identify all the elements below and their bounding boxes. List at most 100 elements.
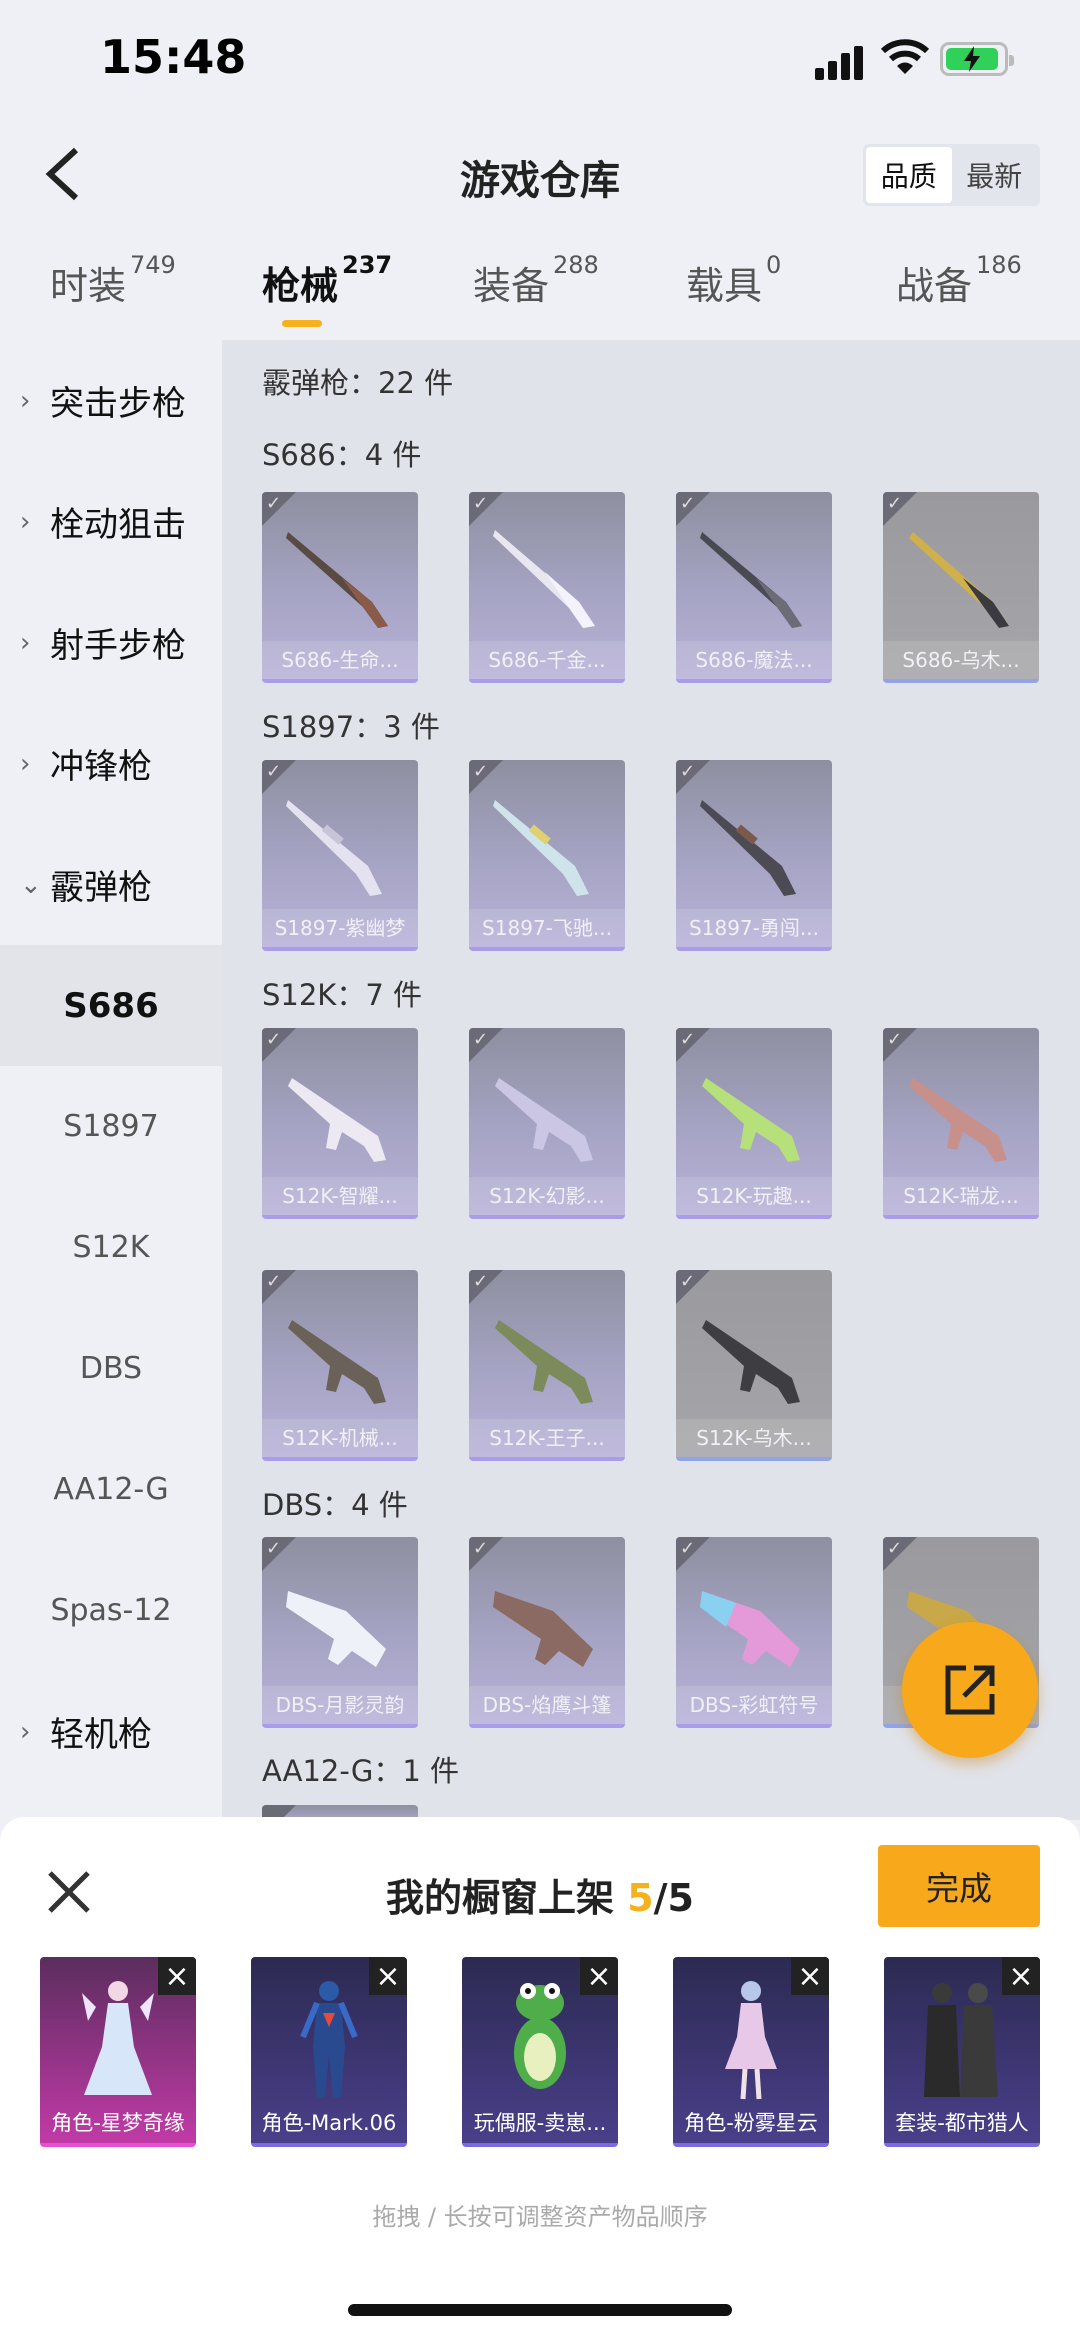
slot-name: 角色-星梦奇缘: [51, 2111, 185, 2135]
item-card[interactable]: ✓ S686-魔法...: [676, 492, 832, 683]
check-icon: ✓: [266, 761, 282, 782]
chevron-right-icon: ›: [20, 627, 31, 658]
sort-quality-button[interactable]: 品质: [866, 147, 952, 203]
share-button[interactable]: [902, 1622, 1038, 1758]
item-name: S1897-飞驰...: [469, 909, 625, 947]
rifle-icon: [288, 1078, 386, 1162]
sidebar-item-s1897[interactable]: S1897: [0, 1066, 222, 1187]
item-name: S12K-幻影...: [469, 1177, 625, 1215]
item-name: S686-生命...: [262, 641, 418, 679]
character-figure: [300, 1981, 358, 2097]
remove-icon[interactable]: ×: [1002, 1957, 1040, 1995]
check-icon: ✓: [887, 493, 903, 514]
sidebar-item-s12k[interactable]: S12K: [0, 1187, 222, 1308]
check-icon: ✓: [473, 761, 489, 782]
item-name: S686-千金...: [469, 641, 625, 679]
sidebar-item-label: 轻机枪: [50, 1715, 152, 1755]
check-icon: ✓: [266, 1538, 282, 1559]
showcase-slot[interactable]: × 角色-粉雾星云: [673, 1957, 829, 2147]
home-indicator[interactable]: [348, 2304, 732, 2316]
outfit-set-figure: [924, 1983, 998, 2097]
sidebar-item-lmg[interactable]: › 轻机枪: [0, 1671, 222, 1792]
status-bar: 15:48: [0, 0, 1080, 120]
item-name: S12K-玩趣...: [676, 1177, 832, 1215]
tab-fashion[interactable]: 时装 749: [50, 251, 176, 310]
check-icon: ✓: [266, 493, 282, 514]
bullpup-shotgun-icon: [493, 1591, 593, 1667]
item-card[interactable]: ✓ S1897-勇闯...: [676, 760, 832, 951]
item-card[interactable]: ✓ DBS-月影灵韵: [262, 1537, 418, 1728]
tab-vehicles[interactable]: 载具 0: [686, 251, 781, 310]
sort-toggle: 品质 最新: [863, 144, 1040, 206]
item-card[interactable]: ✓ S12K-智耀...: [262, 1028, 418, 1219]
remove-icon[interactable]: ×: [158, 1957, 196, 1995]
item-card[interactable]: ✓ DBS-彩虹符号: [676, 1537, 832, 1728]
item-card[interactable]: ✓ S12K-王子...: [469, 1270, 625, 1461]
check-icon: ✓: [680, 1029, 696, 1050]
chevron-right-icon: ›: [20, 385, 31, 416]
item-card[interactable]: ✓ S12K-玩趣...: [676, 1028, 832, 1219]
frog-costume-figure: [514, 1983, 566, 2089]
check-icon: ✓: [887, 1538, 903, 1559]
showcase-slot[interactable]: × 角色-Mark.06: [251, 1957, 407, 2147]
tab-label: 载具: [686, 264, 763, 308]
sidebar-item-smg[interactable]: › 冲锋枪: [0, 703, 222, 824]
showcase-slot[interactable]: × 套装-都市猎人: [884, 1957, 1040, 2147]
sheet-count: 5: [627, 1876, 654, 1920]
sidebar-item-spas12[interactable]: Spas-12: [0, 1550, 222, 1671]
item-card[interactable]: ✓ S686-生命...: [262, 492, 418, 683]
chevron-right-icon: ›: [20, 506, 31, 537]
item-card[interactable]: ✓ S12K-机械...: [262, 1270, 418, 1461]
check-icon: ✓: [887, 1029, 903, 1050]
sidebar-item-dbs[interactable]: DBS: [0, 1308, 222, 1429]
shotgun-icon: [700, 800, 796, 896]
item-name: S686-乌木...: [883, 641, 1039, 679]
sidebar-item-marksman[interactable]: › 射手步枪: [0, 582, 222, 703]
sort-newest-button[interactable]: 最新: [952, 147, 1038, 203]
sidebar-item-label: 突击步枪: [50, 384, 186, 424]
remove-icon[interactable]: ×: [580, 1957, 618, 1995]
tab-count: 288: [553, 251, 599, 279]
showcase-slot[interactable]: × 玩偶服-卖崽...: [462, 1957, 618, 2147]
item-name: DBS-焰鹰斗篷: [469, 1686, 625, 1724]
item-card[interactable]: ✓ S1897-飞驰...: [469, 760, 625, 951]
item-card[interactable]: ✓ S1897-紫幽梦: [262, 760, 418, 951]
item-card[interactable]: ✓ S12K-瑞龙...: [883, 1028, 1039, 1219]
tab-count: 0: [766, 251, 782, 279]
item-name: S12K-乌木...: [676, 1419, 832, 1457]
sidebar-item-s686[interactable]: S686: [0, 945, 222, 1066]
active-tab-indicator: [282, 320, 322, 327]
group-label: DBS：4 件: [262, 1488, 408, 1522]
group-label: AA12-G：1 件: [262, 1754, 460, 1788]
sidebar-item-label: 冲锋枪: [50, 747, 152, 787]
item-card[interactable]: ✓ DBS-焰鹰斗篷: [469, 1537, 625, 1728]
tab-supplies[interactable]: 战备 186: [896, 251, 1022, 310]
done-button[interactable]: 完成: [878, 1845, 1040, 1927]
tab-count: 749: [130, 251, 176, 279]
sidebar-item-aa12g[interactable]: AA12-G: [0, 1429, 222, 1550]
rifle-icon: [495, 1320, 593, 1404]
remove-icon[interactable]: ×: [369, 1957, 407, 1995]
tab-guns[interactable]: 枪械 237: [262, 251, 392, 310]
sidebar-item-label: 霰弹枪: [50, 868, 152, 908]
reorder-hint: 拖拽 / 长按可调整资产物品顺序: [372, 2203, 708, 2231]
tab-count: 186: [976, 251, 1022, 279]
tab-equipment[interactable]: 装备 288: [473, 251, 599, 310]
sidebar-item-bolt-sniper[interactable]: › 栓动狙击: [0, 461, 222, 582]
character-figure: [725, 1981, 777, 2100]
check-icon: ✓: [266, 1029, 282, 1050]
remove-icon[interactable]: ×: [791, 1957, 829, 1995]
rifle-icon: [495, 1078, 593, 1162]
sidebar-item-shotgun[interactable]: ⌄ 霰弹枪: [0, 824, 222, 945]
showcase-slot[interactable]: × 角色-星梦奇缘: [40, 1957, 196, 2147]
item-card[interactable]: ✓ S12K-乌木...: [676, 1270, 832, 1461]
item-card[interactable]: ✓ S686-乌木...: [883, 492, 1039, 683]
item-grid: 霰弹枪：22 件 S686：4 件 ✓ S686-生命... ✓ S686-千金..…: [222, 340, 1080, 1820]
item-card[interactable]: ✓ S12K-幻影...: [469, 1028, 625, 1219]
check-icon: ✓: [473, 1029, 489, 1050]
shotgun-icon: [286, 532, 388, 628]
sidebar-item-assault-rifle[interactable]: › 突击步枪: [0, 340, 222, 461]
item-card[interactable]: ✓ S686-千金...: [469, 492, 625, 683]
tab-count: 237: [342, 251, 393, 279]
rifle-icon: [288, 1320, 386, 1404]
